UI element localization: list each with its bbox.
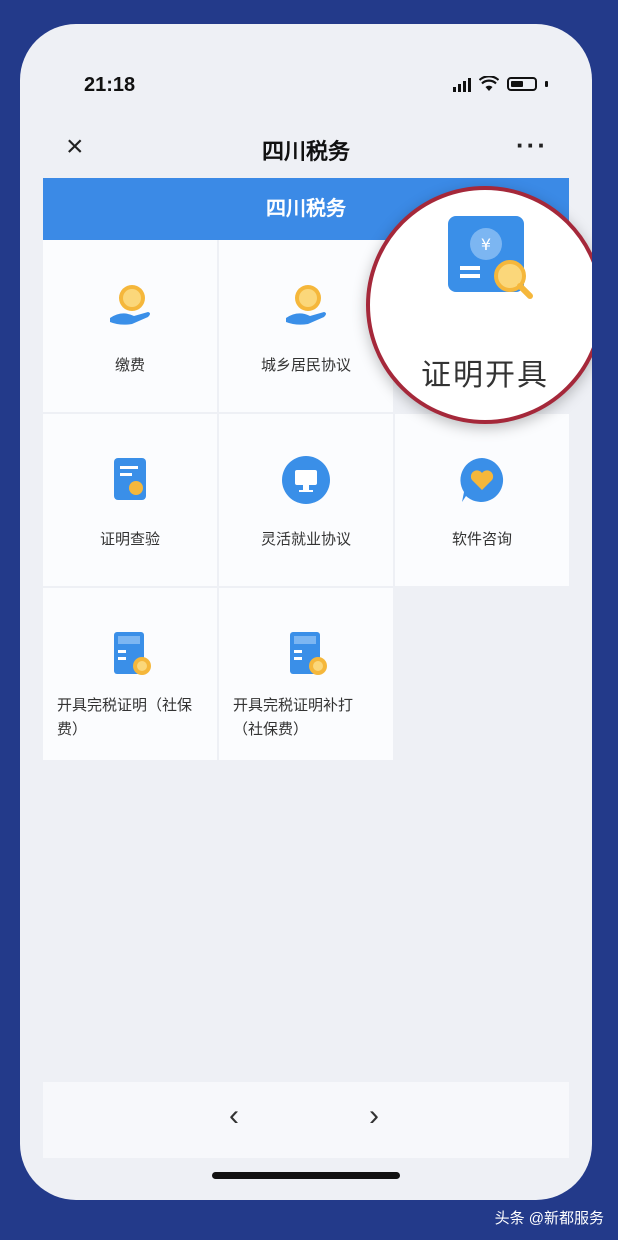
back-icon[interactable]: ‹ bbox=[229, 1096, 239, 1136]
grid-item-label: 缴费 bbox=[114, 357, 145, 374]
grid-item-certificate-verify[interactable]: 证明查验 bbox=[43, 414, 217, 586]
forward-icon[interactable]: › bbox=[369, 1096, 379, 1136]
browser-bottom-bar: ‹ › bbox=[43, 1082, 569, 1158]
grid-item-label: 证明查验 bbox=[99, 531, 160, 548]
wifi-icon bbox=[479, 76, 499, 91]
battery-cap bbox=[545, 81, 548, 87]
svg-text:¥: ¥ bbox=[481, 235, 491, 254]
page-title: 四川税务 bbox=[261, 139, 350, 164]
tax-certificate-icon bbox=[104, 628, 156, 680]
callout-label: 证明开具 bbox=[421, 359, 549, 392]
watermark: 头条 @新都服务 bbox=[494, 1210, 604, 1227]
grid-item-tax-certificate[interactable]: 开具完税证明（社保费） bbox=[43, 588, 217, 760]
grid-item-label: 开具完税证明（社保费） bbox=[57, 697, 193, 738]
coin-hand-icon bbox=[280, 280, 332, 332]
grid-item-label: 灵活就业协议 bbox=[260, 531, 351, 548]
tax-certificate-icon bbox=[280, 628, 332, 680]
document-stamp-icon bbox=[104, 454, 156, 506]
grid-item-jiaofei[interactable]: 缴费 bbox=[43, 240, 217, 412]
status-icons bbox=[453, 76, 548, 92]
grid-item-label: 开具完税证明补打（社保费） bbox=[233, 697, 354, 738]
grid-item-tax-certificate-reprint[interactable]: 开具完税证明补打（社保费） bbox=[219, 588, 393, 760]
certificate-search-icon: ¥ bbox=[448, 216, 533, 299]
home-indicator[interactable] bbox=[212, 1172, 400, 1179]
heart-chat-icon bbox=[456, 454, 508, 506]
status-bar: 21:18 bbox=[20, 24, 592, 124]
nav-bar: × 四川税务 ··· bbox=[20, 124, 592, 174]
grid-item-label: 软件咨询 bbox=[451, 531, 512, 548]
status-time: 21:18 bbox=[84, 74, 136, 96]
coin-hand-icon bbox=[104, 280, 156, 332]
certificate-issue-callout[interactable]: ¥ 证明开具 bbox=[366, 186, 592, 424]
battery-icon bbox=[507, 77, 537, 91]
signal-icon bbox=[453, 76, 471, 92]
grid-item-flexible-employment[interactable]: 灵活就业协议 bbox=[219, 414, 393, 586]
more-icon[interactable]: ··· bbox=[516, 130, 548, 161]
monitor-icon bbox=[280, 454, 332, 506]
grid-item-software-consult[interactable]: 软件咨询 bbox=[395, 414, 569, 586]
phone-screen: 21:18 × 四川税务 ··· 四川税务 缴费 城乡居民协议 证明查验 灵活就… bbox=[20, 24, 592, 1200]
grid-item-label: 城乡居民协议 bbox=[260, 357, 351, 374]
